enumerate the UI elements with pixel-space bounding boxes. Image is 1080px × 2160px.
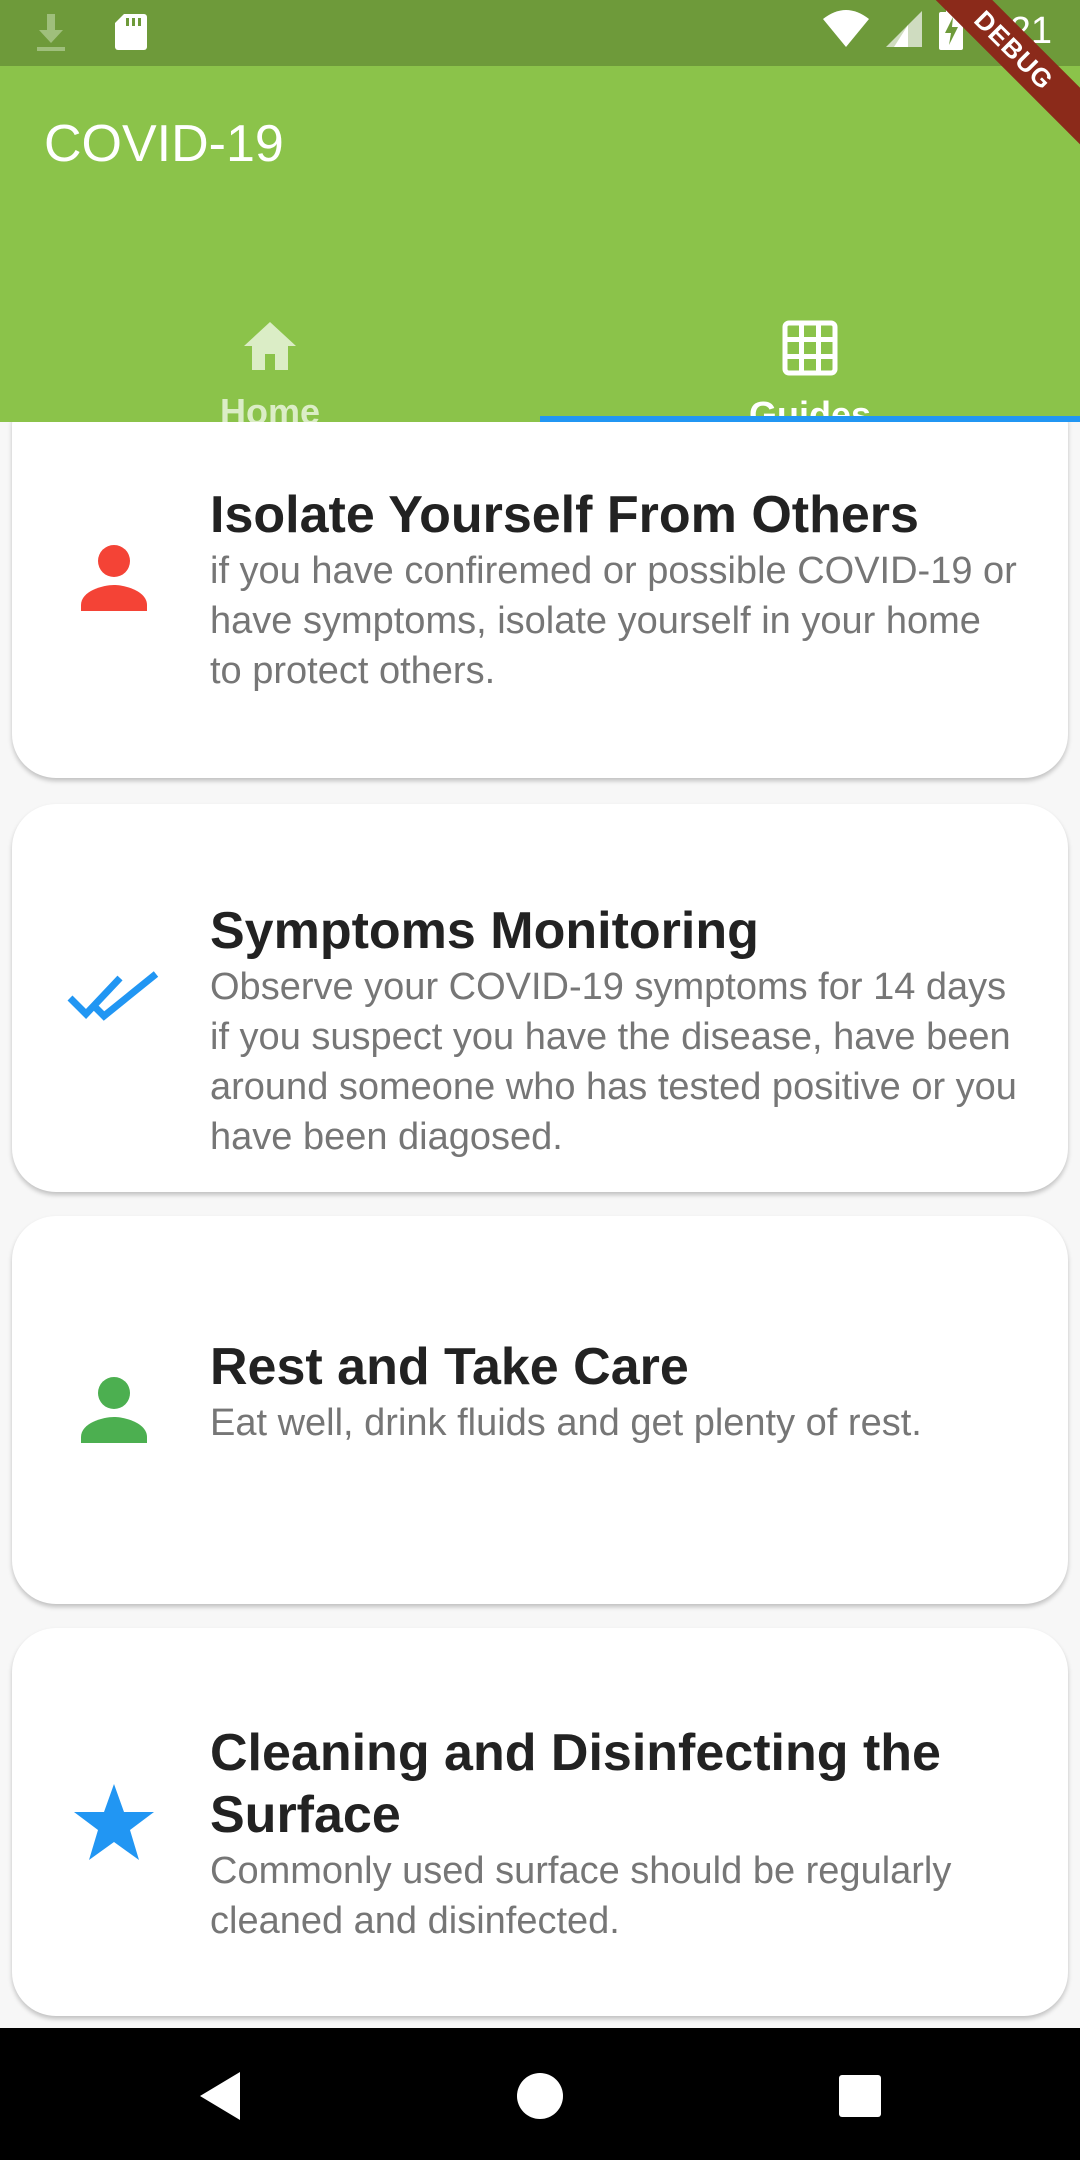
home-circle-icon[interactable] bbox=[510, 2066, 570, 2126]
signal-icon bbox=[884, 9, 924, 54]
guide-title: Symptoms Monitoring bbox=[210, 902, 759, 960]
guide-title: Rest and Take Care bbox=[210, 1338, 689, 1396]
sd-card-icon bbox=[114, 12, 148, 57]
guide-card-rest[interactable]: Rest and Take Care Eat well, drink fluid… bbox=[12, 1216, 1068, 1604]
grid-icon bbox=[782, 320, 838, 380]
recents-icon[interactable] bbox=[830, 2066, 890, 2126]
app-bar: COVID-19 Home Guides bbox=[0, 66, 1080, 435]
guides-list[interactable]: Isolate Yourself From Others if you have… bbox=[0, 422, 1080, 2028]
system-nav-bar bbox=[0, 2028, 1080, 2160]
guide-description: Observe your COVID-19 symptoms for 14 da… bbox=[210, 966, 1017, 1158]
download-icon bbox=[34, 12, 68, 57]
guide-description: if you have confiremed or possible COVID… bbox=[210, 550, 1017, 692]
home-icon bbox=[242, 320, 298, 377]
wifi-icon bbox=[822, 9, 870, 54]
person-icon bbox=[62, 1358, 166, 1462]
star-icon bbox=[62, 1770, 166, 1874]
person-icon bbox=[62, 526, 166, 630]
guide-card-cleaning[interactable]: Cleaning and Disinfecting the Surface Co… bbox=[12, 1628, 1068, 2016]
guide-title: Isolate Yourself From Others bbox=[210, 486, 919, 544]
tab-guides[interactable]: Guides bbox=[540, 238, 1080, 435]
status-bar: 8:21 DEBUG bbox=[0, 0, 1080, 157]
guide-description: Commonly used surface should be regularl… bbox=[210, 1850, 952, 1942]
app-title: COVID-19 bbox=[44, 115, 284, 173]
tab-bar: Home Guides bbox=[0, 238, 1080, 435]
guide-description: Eat well, drink fluids and get plenty of… bbox=[210, 1402, 922, 1444]
guide-card-isolate[interactable]: Isolate Yourself From Others if you have… bbox=[12, 422, 1068, 778]
guide-title: Cleaning and Disinfecting the Surface bbox=[210, 1724, 941, 1844]
back-icon[interactable] bbox=[190, 2066, 250, 2126]
guide-card-symptoms[interactable]: Symptoms Monitoring Observe your COVID-1… bbox=[12, 804, 1068, 1192]
double-check-icon bbox=[62, 946, 166, 1050]
tab-home[interactable]: Home bbox=[0, 238, 540, 432]
